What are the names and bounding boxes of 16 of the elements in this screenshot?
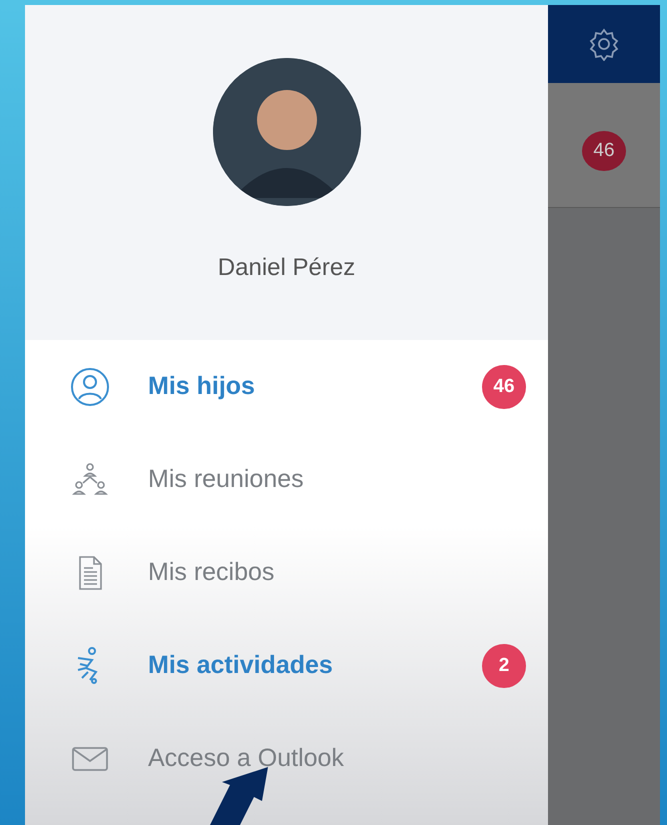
menu-item[interactable]: Acceso a Outlook (25, 712, 548, 805)
count-badge: 2 (482, 644, 526, 688)
menu-label: Mis reuniones (148, 465, 305, 494)
person-icon (70, 366, 110, 406)
menu-label: Mis hijos (148, 372, 256, 401)
settings-icon[interactable] (587, 27, 621, 61)
menu-item[interactable]: Mis hijos 46 (25, 340, 548, 433)
menu-label: Mis recibos (148, 558, 276, 587)
count-badge: 46 (482, 364, 526, 408)
menu-label: Mis actividades (148, 651, 334, 680)
menu-item[interactable]: Mis recibos (25, 526, 548, 619)
menu-item[interactable]: Mis actividades 2 (25, 619, 548, 712)
count-badge: 46 (582, 131, 626, 171)
menu-label: Acceso a Outlook (148, 744, 345, 773)
menu-item[interactable]: Mis reuniones (25, 433, 548, 526)
user-name: Daniel Pérez (218, 254, 356, 282)
